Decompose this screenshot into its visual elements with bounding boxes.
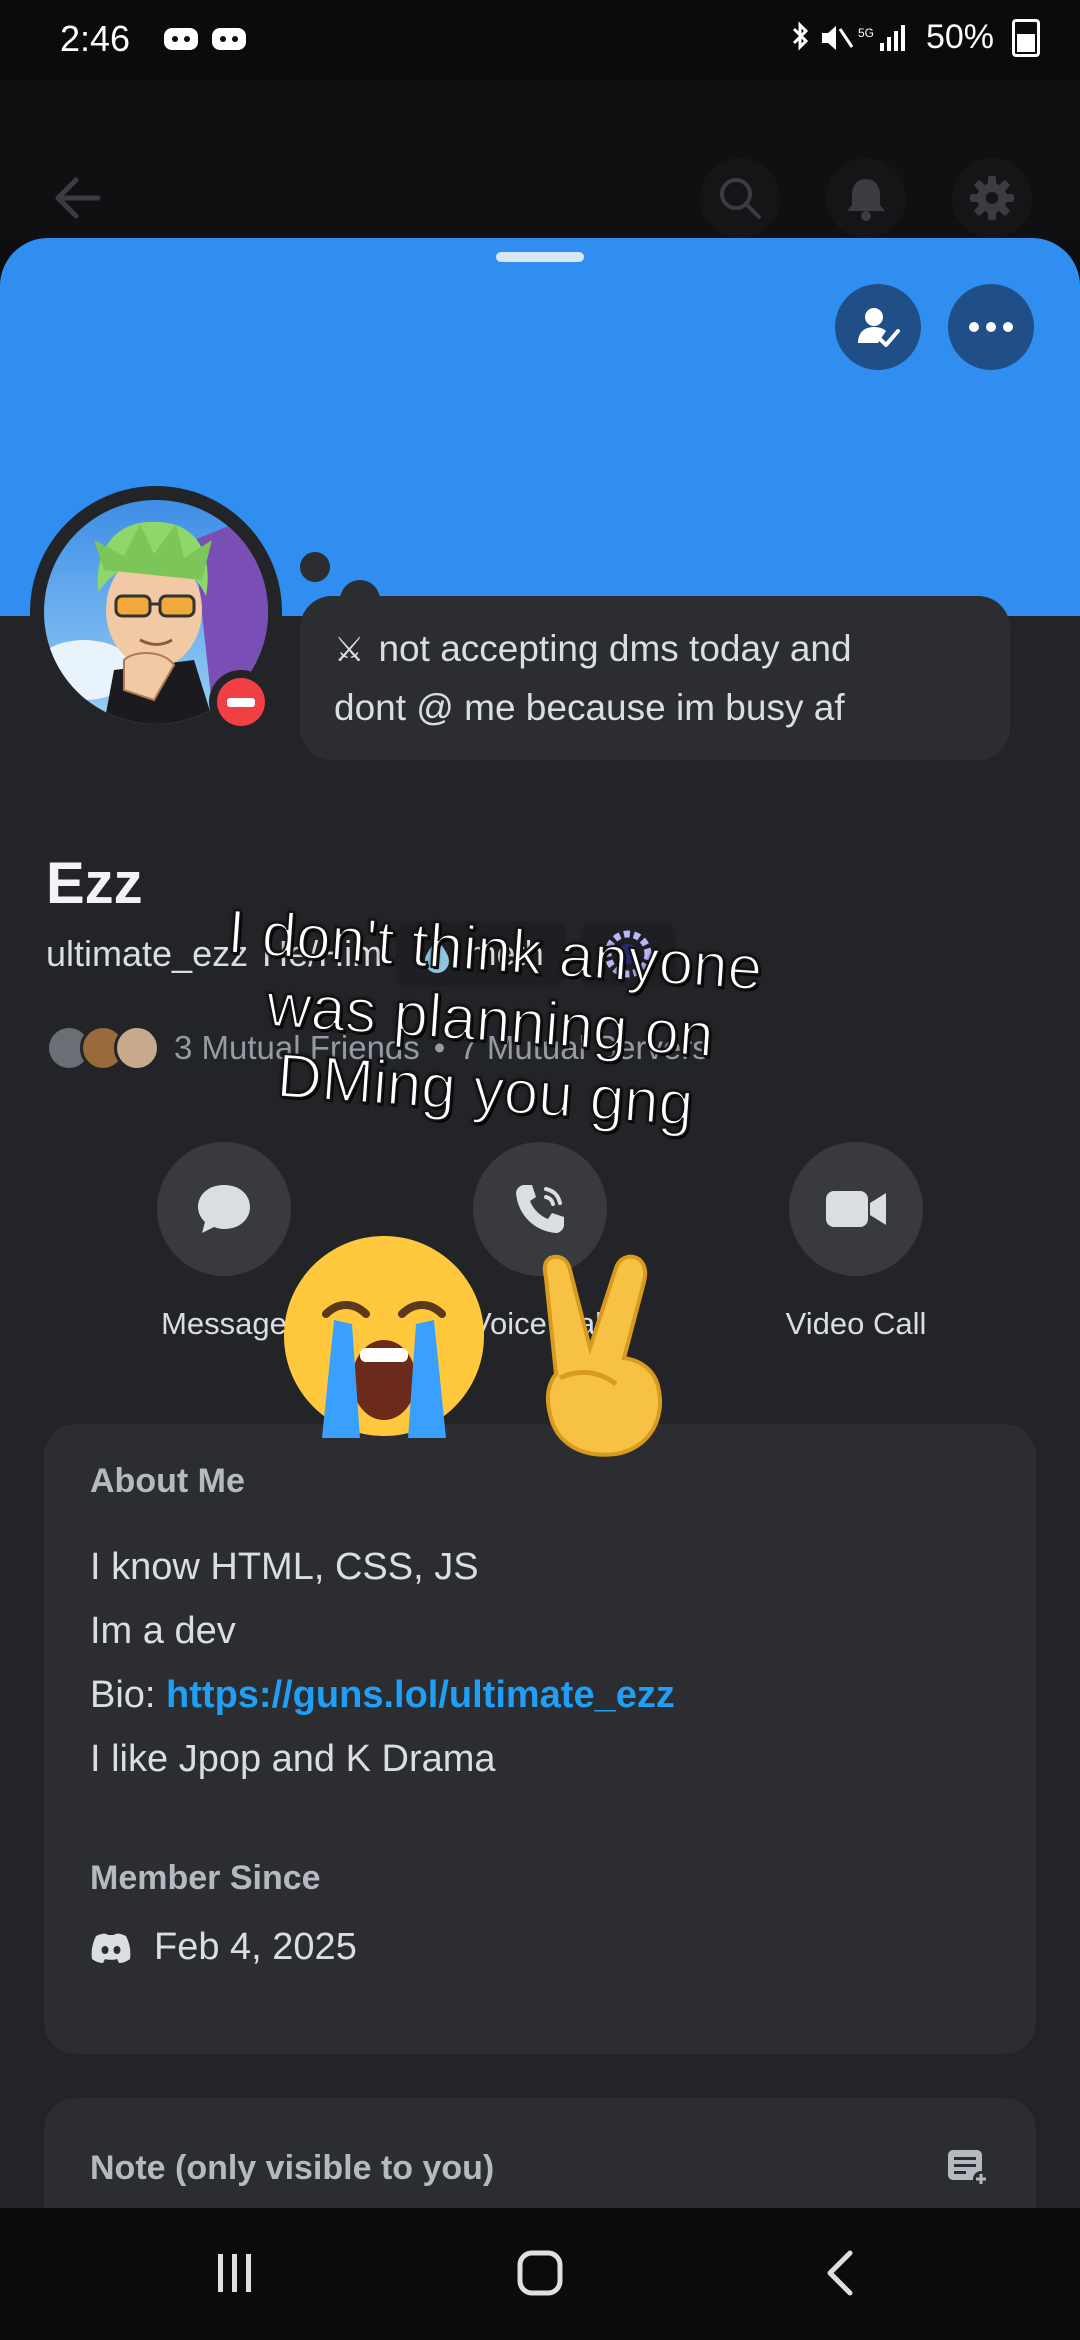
note-label: Note (only visible to you) [90, 2148, 495, 2187]
system-icons: 5G [792, 20, 905, 51]
back-button[interactable] [38, 158, 118, 238]
message-label: Message [161, 1306, 287, 1341]
video-camera-icon [826, 1191, 886, 1227]
friend-status-button[interactable] [835, 284, 921, 370]
discord-notification-icon [164, 28, 246, 50]
more-options-button[interactable] [948, 284, 1034, 370]
about-line: Im a dev [90, 1610, 236, 1652]
discord-logo-icon [91, 1933, 131, 1963]
add-note-icon[interactable] [946, 2148, 990, 2188]
about-line: I know HTML, CSS, JS [90, 1546, 479, 1588]
back-nav-button[interactable] [810, 2238, 870, 2308]
network-type: 5G [858, 26, 874, 40]
notifications-button[interactable] [826, 158, 906, 238]
crying-face-emoji [284, 1236, 484, 1438]
search-button[interactable] [700, 158, 780, 238]
about-line: I like Jpop and K Drama [90, 1738, 496, 1780]
member-since-date: Feb 4, 2025 [154, 1926, 357, 1968]
bio-link[interactable]: https://guns.lol/ultimate_ezz [166, 1674, 675, 1716]
friend-check-icon [858, 308, 900, 347]
custom-status-bubble[interactable]: ⚔ not accepting dms today and dont @ me b… [300, 596, 1010, 760]
more-icon [969, 322, 1013, 332]
status-bubble-tail-small [300, 552, 330, 582]
battery-icon [1012, 18, 1040, 57]
gear-icon [970, 176, 1014, 220]
arrow-left-icon [55, 177, 101, 219]
bell-icon [847, 179, 885, 221]
video-call-button[interactable] [789, 1142, 923, 1276]
display-name: Ezz [46, 851, 143, 916]
about-me-card: About Me I know HTML, CSS, JS Im a dev B… [44, 1424, 1036, 2054]
video-call-label: Video Call [785, 1306, 927, 1341]
sheet-drag-handle[interactable] [496, 252, 584, 262]
notification-icons [162, 22, 252, 64]
status-time: 2:46 [60, 18, 131, 59]
message-button[interactable] [157, 1142, 291, 1276]
system-nav-bar [0, 2208, 1080, 2340]
search-icon [720, 178, 761, 219]
victory-hand-emoji [542, 1254, 663, 1457]
recents-button[interactable] [200, 2238, 270, 2308]
custom-status-line1: not accepting dms today and [378, 628, 852, 669]
recents-icon [218, 2254, 251, 2292]
bio-prefix: Bio: [90, 1674, 167, 1716]
chat-bubble-icon [198, 1185, 250, 1233]
back-chevron-icon [827, 2250, 853, 2296]
dnd-status-indicator [209, 670, 273, 734]
home-icon [517, 2250, 563, 2296]
home-button[interactable] [500, 2238, 580, 2308]
custom-status-line2: dont @ me because im busy af [334, 687, 845, 728]
phone-icon [516, 1185, 564, 1233]
video-call-action[interactable]: Video Call [766, 1142, 946, 1342]
dnd-icon [217, 678, 265, 726]
member-since-row: Feb 4, 2025 [90, 1926, 990, 1969]
about-me-heading: About Me [90, 1462, 245, 1500]
about-me-text: I know HTML, CSS, JS Im a dev Bio: https… [90, 1535, 990, 1791]
settings-button[interactable] [952, 158, 1032, 238]
status-right: 5G 50% [788, 18, 1040, 57]
top-nav [0, 80, 1080, 240]
crossed-swords-icon: ⚔ [334, 631, 365, 669]
status-bar: 2:46 5G 50% [0, 0, 1080, 80]
member-since-heading: Member Since [90, 1859, 321, 1897]
about-bio-line: Bio: https://guns.lol/ultimate_ezz [90, 1663, 990, 1727]
battery-percent: 50% [925, 18, 994, 56]
